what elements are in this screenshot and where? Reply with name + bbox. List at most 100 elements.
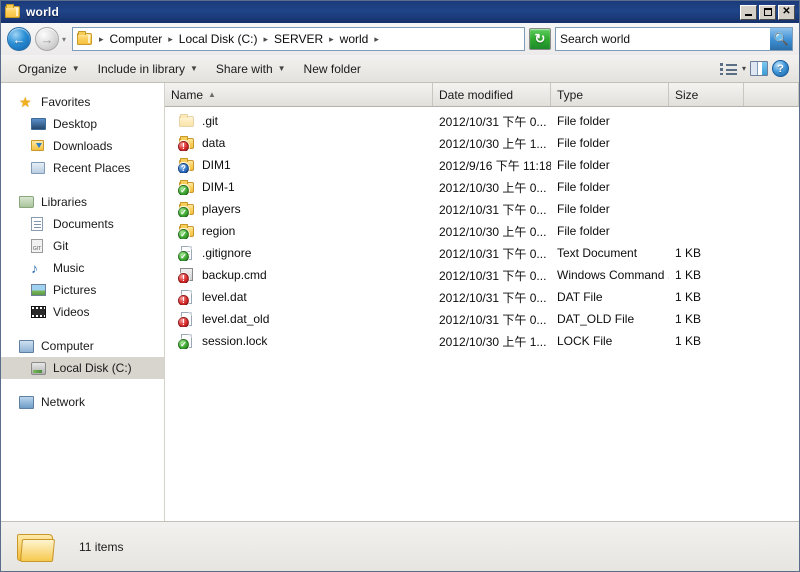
sidebar-item-downloads[interactable]: Downloads <box>1 135 164 157</box>
sidebar-label-git: Git <box>53 239 69 253</box>
breadcrumb-item-computer[interactable]: Computer <box>107 31 166 47</box>
sidebar-item-music[interactable]: ♪ Music <box>1 257 164 279</box>
breadcrumb-separator[interactable]: ▸ <box>261 34 270 45</box>
column-label-date-modified: Date modified <box>439 87 514 102</box>
maximize-button[interactable] <box>759 4 776 20</box>
view-dropdown-icon[interactable]: ▾ <box>742 64 746 73</box>
history-dropdown-icon[interactable]: ▾ <box>62 35 66 44</box>
column-header-date-modified[interactable]: Date modified <box>433 83 551 106</box>
cell-name: ? DIM1 <box>165 157 433 173</box>
cell-name: ! backup.cmd <box>165 267 433 283</box>
breadcrumb-item-local-disk[interactable]: Local Disk (C:) <box>176 31 261 47</box>
cell-name: ! data <box>165 135 433 151</box>
table-row[interactable]: ✓ region 2012/10/30 上午 0... File folder <box>165 220 799 242</box>
table-row[interactable]: ! level.dat_old 2012/10/31 下午 0... DAT_OLD … <box>165 308 799 330</box>
nav-group-network: Network <box>1 391 164 413</box>
sidebar-item-pictures[interactable]: Pictures <box>1 279 164 301</box>
sidebar-label-network: Network <box>41 395 86 409</box>
cell-name: .git <box>165 113 433 129</box>
include-in-library-label: Include in library <box>97 61 185 76</box>
organize-button[interactable]: Organize ▼ <box>9 58 89 80</box>
sidebar-item-libraries[interactable]: Libraries <box>1 191 164 213</box>
breadcrumb-separator[interactable]: ▸ <box>97 34 106 45</box>
breadcrumb-item-server[interactable]: SERVER <box>271 31 326 47</box>
cell-size: 1 KB <box>675 334 702 348</box>
cell-type: LOCK File <box>557 334 613 348</box>
star-icon: ★ <box>19 94 32 110</box>
file-rows: .git 2012/10/31 下午 0... File folder! data 20… <box>165 107 799 521</box>
new-folder-label: New folder <box>303 61 361 76</box>
table-row[interactable]: ? DIM1 2012/9/16 下午 11:18 File folder <box>165 154 799 176</box>
desktop-icon <box>31 116 47 132</box>
column-header-name[interactable]: Name ▲ <box>165 83 433 106</box>
folder-icon: ? <box>178 157 195 173</box>
cell-date-modified: 2012/10/30 上午 0... <box>439 180 547 195</box>
git-status-ok-icon: ✓ <box>178 339 189 349</box>
search-input[interactable] <box>556 32 770 46</box>
table-row[interactable]: ✓ .gitignore 2012/10/31 下午 0... Text Docume… <box>165 242 799 264</box>
cell-date-modified: 2012/10/30 上午 1... <box>439 334 547 349</box>
videos-icon <box>31 304 47 320</box>
table-row[interactable]: ! data 2012/10/30 上午 1... File folder <box>165 132 799 154</box>
documents-icon <box>31 216 47 232</box>
search-box[interactable]: 🔍 <box>555 27 793 51</box>
cell-date-modified: 2012/10/31 下午 0... <box>439 290 547 305</box>
table-row[interactable]: ! backup.cmd 2012/10/31 下午 0... Windows Com… <box>165 264 799 286</box>
sidebar-item-desktop[interactable]: Desktop <box>1 113 164 135</box>
refresh-icon[interactable]: ↻ <box>529 28 551 50</box>
sidebar-item-git[interactable]: Git <box>1 235 164 257</box>
column-header-type[interactable]: Type <box>551 83 669 106</box>
table-row[interactable]: ✓ players 2012/10/31 下午 0... File folder <box>165 198 799 220</box>
new-folder-button[interactable]: New folder <box>295 58 370 80</box>
sidebar-label-music: Music <box>53 261 85 275</box>
breadcrumb[interactable]: ▸ Computer ▸ Local Disk (C:) ▸ SERVER ▸ … <box>72 27 525 51</box>
view-list-icon[interactable] <box>719 61 738 77</box>
sidebar-item-local-disk[interactable]: Local Disk (C:) <box>1 357 164 379</box>
help-icon[interactable]: ? <box>772 60 789 77</box>
sidebar-item-recent-places[interactable]: Recent Places <box>1 157 164 179</box>
folder-icon <box>5 4 21 20</box>
git-status-ok-icon: ✓ <box>178 185 189 195</box>
cell-name: ✓ DIM-1 <box>165 179 433 195</box>
cell-type: File folder <box>557 114 610 128</box>
sidebar-item-documents[interactable]: Documents <box>1 213 164 235</box>
folder-icon: ✓ <box>178 223 195 239</box>
file-name-label: data <box>202 136 226 150</box>
breadcrumb-separator[interactable]: ▸ <box>372 34 381 45</box>
column-header-size[interactable]: Size <box>669 83 744 106</box>
preview-pane-icon[interactable] <box>750 61 768 76</box>
network-icon <box>19 394 35 410</box>
chevron-down-icon: ▼ <box>277 64 286 73</box>
breadcrumb-item-world[interactable]: world <box>337 31 372 47</box>
close-button[interactable]: ✕ <box>778 4 795 20</box>
git-status-modified-icon: ! <box>178 317 189 327</box>
file-name-label: session.lock <box>202 334 268 348</box>
back-arrow-icon: ← <box>12 31 26 47</box>
breadcrumb-separator[interactable]: ▸ <box>166 34 175 45</box>
table-row[interactable]: .git 2012/10/31 下午 0... File folder <box>165 110 799 132</box>
cell-type: File folder <box>557 224 610 238</box>
cell-name: ✓ session.lock <box>165 333 433 349</box>
sidebar-item-favorites[interactable]: ★ Favorites <box>1 91 164 113</box>
cell-date-modified: 2012/10/31 下午 0... <box>439 268 547 283</box>
minimize-button[interactable] <box>740 4 757 20</box>
search-icon[interactable]: 🔍 <box>770 28 792 50</box>
table-row[interactable]: ✓ DIM-1 2012/10/30 上午 0... File folder <box>165 176 799 198</box>
sidebar-item-computer[interactable]: Computer <box>1 335 164 357</box>
sidebar-item-videos[interactable]: Videos <box>1 301 164 323</box>
explorer-window: world ✕ ← → ▾ ▸ Computer ▸ Local Disk (C… <box>0 0 800 572</box>
table-row[interactable]: ! level.dat 2012/10/31 下午 0... DAT File 1 KB <box>165 286 799 308</box>
table-row[interactable]: ✓ session.lock 2012/10/30 上午 1... LOCK File… <box>165 330 799 352</box>
sidebar-label-computer: Computer <box>41 339 94 353</box>
window-body: ★ Favorites Desktop Downloads Recent Pla… <box>1 83 799 521</box>
forward-button[interactable]: → <box>35 27 59 51</box>
item-count-label: 11 items <box>79 539 124 554</box>
share-with-button[interactable]: Share with ▼ <box>207 58 295 80</box>
cell-type: DAT_OLD File <box>557 312 635 326</box>
sidebar-item-network[interactable]: Network <box>1 391 164 413</box>
cell-name: ! level.dat_old <box>165 311 433 327</box>
breadcrumb-separator[interactable]: ▸ <box>327 34 336 45</box>
back-button[interactable]: ← <box>7 27 31 51</box>
cell-name: ✓ region <box>165 223 433 239</box>
include-in-library-button[interactable]: Include in library ▼ <box>89 58 207 80</box>
